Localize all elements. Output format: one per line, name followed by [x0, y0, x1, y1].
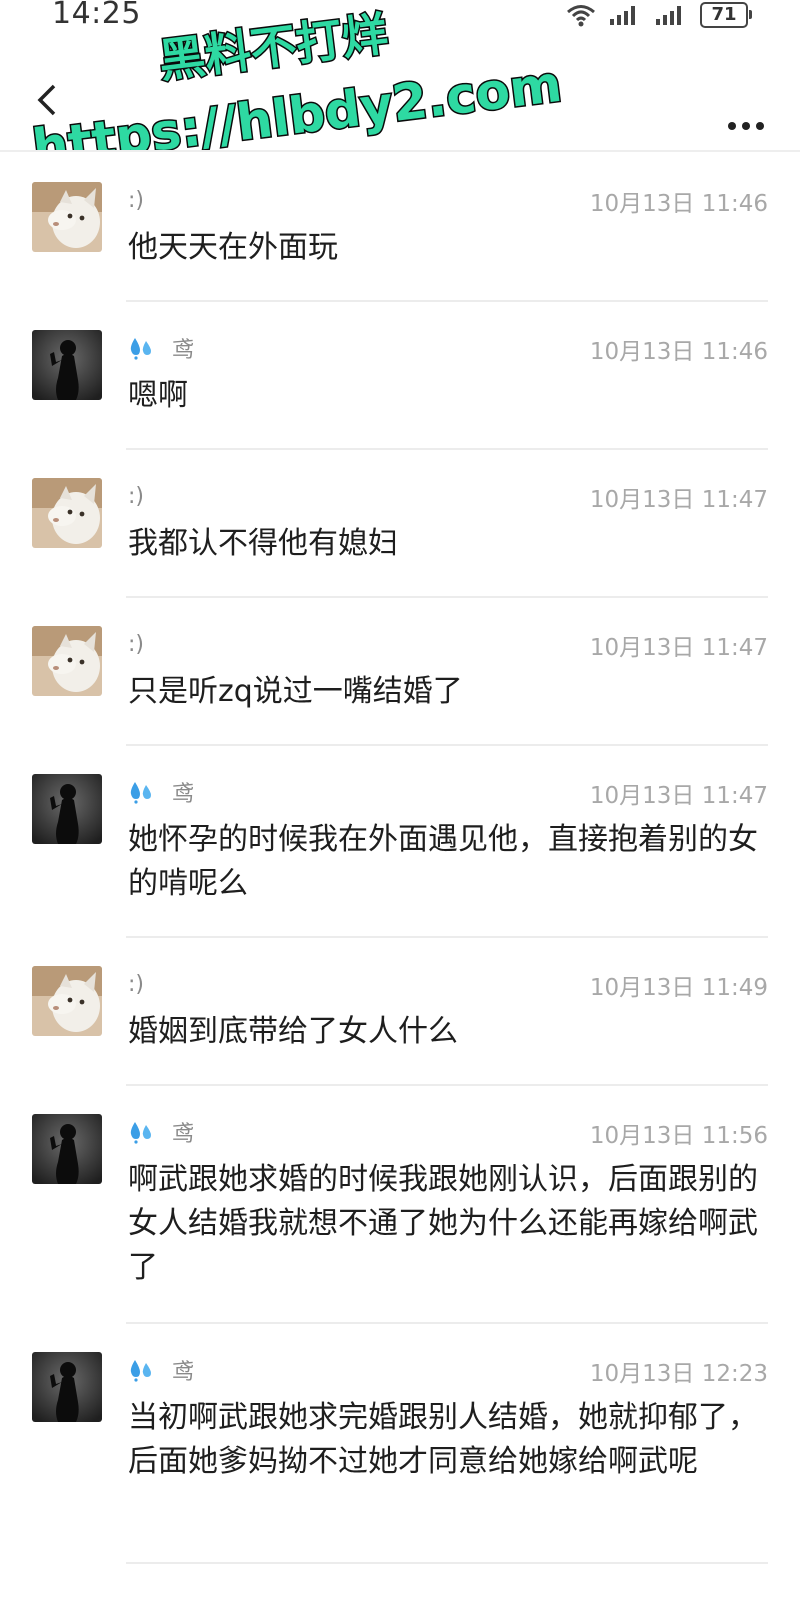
silhouette-avatar[interactable] — [32, 1114, 102, 1184]
message-timestamp: 10月13日 11:47 — [589, 783, 768, 809]
sender-row: 鸢 — [128, 776, 194, 808]
header-bar — [0, 36, 800, 148]
sender-name[interactable]: 鸢 — [172, 1354, 194, 1386]
message-divider — [126, 936, 768, 938]
message-timestamp: 10月13日 11:56 — [589, 1123, 768, 1149]
sender-row: 鸢 — [128, 332, 194, 364]
back-icon[interactable] — [28, 80, 68, 120]
water-drop-badge-icon — [130, 338, 151, 360]
sender-row: :) — [128, 184, 144, 216]
sender-row: :) — [128, 628, 144, 660]
message-timestamp: 10月13日 11:47 — [589, 487, 768, 513]
signal-icon — [608, 3, 642, 27]
message-timestamp: 10月13日 11:46 — [589, 339, 768, 365]
status-bar: 14:25 71 — [0, 0, 800, 36]
signal-icon — [654, 3, 688, 27]
message-divider — [126, 596, 768, 598]
message-divider — [126, 1562, 768, 1564]
sender-name[interactable]: :) — [128, 632, 144, 657]
sender-row: 鸢 — [128, 1354, 194, 1386]
sender-name[interactable]: :) — [128, 972, 144, 997]
message-divider — [126, 744, 768, 746]
message-divider — [126, 300, 768, 302]
silhouette-avatar[interactable] — [32, 330, 102, 400]
cat-avatar[interactable] — [32, 478, 102, 548]
message-text: 啊武跟她求婚的时候我跟她刚认识，后面跟别的女人结婚我就想不通了她为什么还能再嫁给… — [128, 1162, 758, 1285]
message-timestamp: 10月13日 11:47 — [589, 635, 768, 661]
wifi-icon — [566, 3, 596, 27]
message-text: 他天天在外面玩 — [128, 230, 338, 265]
silhouette-avatar[interactable] — [32, 774, 102, 844]
sender-row: :) — [128, 480, 144, 512]
status-icons: 71 — [566, 0, 752, 30]
cat-avatar[interactable] — [32, 182, 102, 252]
message-divider — [126, 1084, 768, 1086]
message-divider — [126, 448, 768, 450]
message-text: 嗯啊 — [128, 378, 188, 413]
message-timestamp: 10月13日 11:49 — [589, 975, 768, 1001]
sender-name[interactable]: :) — [128, 188, 144, 213]
header-divider — [0, 150, 800, 152]
message-text: 她怀孕的时候我在外面遇见他，直接抱着别的女的啃呢么 — [128, 822, 758, 901]
status-time: 14:25 — [52, 0, 141, 31]
message-text: 我都认不得他有媳妇 — [128, 526, 398, 561]
water-drop-badge-icon — [130, 782, 151, 804]
water-drop-badge-icon — [130, 1122, 151, 1144]
more-options-icon[interactable] — [728, 122, 764, 130]
message-text: 只是听zq说过一嘴结婚了 — [128, 674, 463, 709]
message-timestamp: 10月13日 11:46 — [589, 191, 768, 217]
cat-avatar[interactable] — [32, 626, 102, 696]
sender-name[interactable]: 鸢 — [172, 776, 194, 808]
sender-name[interactable]: 鸢 — [172, 1116, 194, 1148]
sender-row: 鸢 — [128, 1116, 194, 1148]
cat-avatar[interactable] — [32, 966, 102, 1036]
message-divider — [126, 1322, 768, 1324]
battery-icon: 71 — [700, 2, 752, 28]
message-text: 当初啊武跟她求完婚跟别人结婚，她就抑郁了，后面她爹妈拗不过她才同意给她嫁给啊武呢 — [128, 1400, 758, 1479]
message-timestamp: 10月13日 12:23 — [589, 1361, 768, 1387]
sender-row: :) — [128, 968, 144, 1000]
sender-name[interactable]: :) — [128, 484, 144, 509]
message-text: 婚姻到底带给了女人什么 — [128, 1014, 458, 1049]
silhouette-avatar[interactable] — [32, 1352, 102, 1422]
sender-name[interactable]: 鸢 — [172, 332, 194, 364]
water-drop-badge-icon — [130, 1360, 151, 1382]
